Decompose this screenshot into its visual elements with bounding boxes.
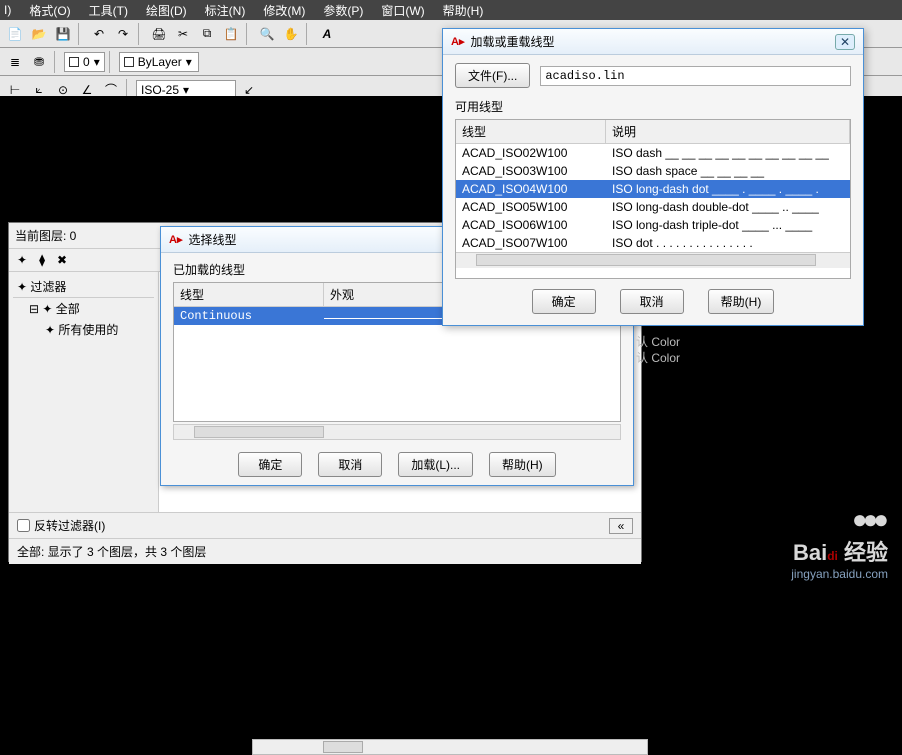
list-row[interactable]: ACAD_ISO06W100ISO long-dash triple-dot _…: [456, 216, 850, 234]
list-row[interactable]: ACAD_ISO03W100ISO dash space __ __ __ __: [456, 162, 850, 180]
filter-icon: ✦: [17, 280, 27, 294]
color-combo-value: ByLayer: [138, 55, 182, 69]
list-row[interactable]: ACAD_ISO02W100ISO dash __ __ __ __ __ __…: [456, 144, 850, 162]
linetype-desc: ISO dash space __ __ __ __: [606, 162, 850, 180]
linetype-name: ACAD_ISO06W100: [456, 216, 606, 234]
menu-window[interactable]: 窗口(W): [381, 2, 424, 19]
app-logo-icon: A▸: [451, 35, 464, 48]
save-icon[interactable]: 💾: [52, 23, 74, 45]
menu-dimension[interactable]: 标注(N): [205, 2, 246, 19]
menubar: I) 格式(O) 工具(T) 绘图(D) 标注(N) 修改(M) 参数(P) 窗…: [0, 0, 902, 20]
col-linetype[interactable]: 线型: [174, 283, 324, 306]
undo-icon[interactable]: ↶: [88, 23, 110, 45]
color-swatch: [124, 57, 134, 67]
layer-icon[interactable]: ≣: [4, 51, 26, 73]
chevron-down-icon: ▾: [183, 83, 189, 97]
file-button[interactable]: 文件(F)...: [455, 63, 530, 88]
app-logo-icon: A▸: [169, 233, 182, 246]
menu-trunc[interactable]: I): [4, 3, 11, 17]
redo-icon[interactable]: ↷: [112, 23, 134, 45]
linetype-name: ACAD_ISO07W100: [456, 234, 606, 252]
mtext-icon[interactable]: A: [316, 23, 338, 45]
linetype-name: ACAD_ISO04W100: [456, 180, 606, 198]
new-layer-icon[interactable]: ✦: [17, 253, 27, 267]
layer-combo-value: 0: [83, 55, 90, 69]
paw-icon: ●●●: [852, 504, 884, 534]
available-linetypes-label: 可用线型: [455, 98, 851, 115]
linetype-name: ACAD_ISO03W100: [456, 162, 606, 180]
new-icon[interactable]: 📄: [4, 23, 26, 45]
tree-item-all[interactable]: ⊟ ✦ 全部: [13, 298, 154, 319]
pan-icon[interactable]: ✋: [280, 23, 302, 45]
watermark: ●●● Baidi 经验 jingyan.baidu.com: [791, 504, 888, 581]
collapse-icon[interactable]: «: [609, 518, 633, 534]
linetype-desc: ISO long-dash double-dot ____ .. ____: [606, 198, 850, 216]
chevron-down-icon: ▾: [94, 55, 100, 69]
layer-status: 全部: 显示了 3 个图层，共 3 个图层: [9, 538, 641, 564]
help-button[interactable]: 帮助(H): [708, 289, 775, 314]
help-button[interactable]: 帮助(H): [489, 452, 556, 477]
linetype-name: Continuous: [174, 307, 324, 325]
cut-icon[interactable]: ✂: [172, 23, 194, 45]
dialog-titlebar[interactable]: A▸ 加载或重载线型 ✕: [443, 29, 863, 55]
hscroll[interactable]: [173, 424, 621, 440]
ok-button[interactable]: 确定: [238, 452, 302, 477]
linetype-desc: ISO long-dash dot ____ . ____ . ____ .: [606, 180, 850, 198]
current-layer-label: 当前图层: 0: [15, 227, 76, 244]
layers-icon: ✦: [45, 323, 55, 337]
menu-draw[interactable]: 绘图(D): [146, 2, 187, 19]
list-row[interactable]: ACAD_ISO07W100ISO dot . . . . . . . . . …: [456, 234, 850, 252]
print-icon[interactable]: 🖨: [148, 23, 170, 45]
close-icon[interactable]: ✕: [835, 34, 855, 50]
cancel-button[interactable]: 取消: [620, 289, 684, 314]
linetype-desc: ISO long-dash triple-dot ____ ... ____: [606, 216, 850, 234]
hscroll[interactable]: [456, 252, 850, 268]
invert-filter-label: 反转过滤器(I): [34, 517, 105, 534]
menu-modify[interactable]: 修改(M): [263, 2, 305, 19]
filter-header-label: 过滤器: [30, 278, 66, 295]
delete-layer-icon[interactable]: ✖: [57, 253, 67, 267]
color-combo[interactable]: ByLayer ▾: [119, 52, 199, 72]
cancel-button[interactable]: 取消: [318, 452, 382, 477]
layer-state-icon[interactable]: ⛃: [28, 51, 50, 73]
linetype-desc: ISO dot . . . . . . . . . . . . . . .: [606, 234, 850, 252]
load-button[interactable]: 加载(L)...: [398, 452, 473, 477]
menu-format[interactable]: 格式(O): [29, 2, 70, 19]
linetype-name: ACAD_ISO05W100: [456, 198, 606, 216]
linetype-desc: ISO dash __ __ __ __ __ __ __ __ __ __: [606, 144, 850, 162]
layer-combo[interactable]: 0 ▾: [64, 52, 105, 72]
available-linetypes-list[interactable]: 线型 说明 ACAD_ISO02W100ISO dash __ __ __ __…: [455, 119, 851, 279]
menu-parametric[interactable]: 参数(P): [323, 2, 363, 19]
filename-input[interactable]: [540, 66, 851, 86]
list-row[interactable]: ACAD_ISO05W100ISO long-dash double-dot _…: [456, 198, 850, 216]
dimstyle-value: ISO-25: [141, 83, 179, 97]
layer-hscroll[interactable]: [252, 739, 648, 755]
chevron-down-icon: ▾: [186, 55, 192, 69]
list-row[interactable]: ACAD_ISO04W100ISO long-dash dot ____ . _…: [456, 180, 850, 198]
paste-icon[interactable]: 📋: [220, 23, 242, 45]
ok-button[interactable]: 确定: [532, 289, 596, 314]
invert-filter-checkbox[interactable]: [17, 519, 30, 532]
load-linetype-dialog: A▸ 加载或重载线型 ✕ 文件(F)... 可用线型 线型 说明 ACAD_IS…: [442, 28, 864, 326]
layers-icon: ✦: [42, 302, 52, 316]
dialog-title: 加载或重载线型: [470, 33, 554, 50]
copy-icon[interactable]: ⧉: [196, 23, 218, 45]
menu-tools[interactable]: 工具(T): [89, 2, 128, 19]
layer-color-swatch: [69, 57, 79, 67]
filter-tree: ✦ 过滤器 ⊟ ✦ 全部 ✦ 所有使用的: [9, 272, 159, 512]
linetype-name: ACAD_ISO02W100: [456, 144, 606, 162]
dialog-title: 选择线型: [188, 231, 236, 248]
tree-item-used[interactable]: ✦ 所有使用的: [13, 319, 154, 340]
new-group-icon[interactable]: ⧫: [39, 253, 45, 267]
col-desc[interactable]: 说明: [606, 120, 850, 143]
zoom-icon[interactable]: 🔍: [256, 23, 278, 45]
layer-list-fragment: 认 Color 认 Color: [636, 334, 680, 366]
menu-help[interactable]: 帮助(H): [443, 2, 484, 19]
open-icon[interactable]: 📂: [28, 23, 50, 45]
col-linetype[interactable]: 线型: [456, 120, 606, 143]
